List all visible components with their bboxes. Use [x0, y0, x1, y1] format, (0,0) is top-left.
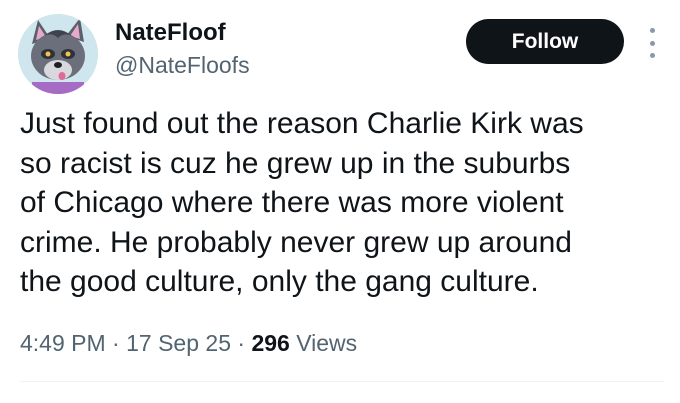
- tweet-text-line: the good culture, only the gang culture.: [20, 265, 539, 298]
- views-count[interactable]: 296: [251, 330, 289, 356]
- dot: [649, 40, 655, 46]
- tweet-date[interactable]: 17 Sep 25: [126, 330, 231, 356]
- dot: [649, 53, 655, 58]
- tweet-text-line: crime. He probably never grew up around: [20, 225, 572, 259]
- tweet-card: NateFloof @NateFloofs Follow Just found …: [0, 0, 680, 403]
- dot: [649, 28, 655, 33]
- handle[interactable]: @NateFloofs: [115, 50, 250, 80]
- tweet-text-line: of Chicago where there was more violent: [20, 186, 564, 219]
- display-name[interactable]: NateFloof: [115, 18, 250, 48]
- separator: ·: [112, 330, 120, 356]
- avatar-image: [18, 14, 98, 94]
- tweet-text-line: Just found out the reason Charlie Kirk w…: [20, 107, 584, 140]
- follow-button[interactable]: Follow: [466, 19, 624, 64]
- tweet-text: Just found out the reason Charlie Kirk w…: [20, 104, 670, 302]
- tweet-time[interactable]: 4:49 PM: [20, 330, 106, 356]
- divider: [20, 381, 664, 382]
- avatar[interactable]: [18, 14, 98, 94]
- separator: ·: [237, 330, 246, 356]
- author-info: NateFloof @NateFloofs: [115, 18, 250, 80]
- tweet-text-line: so racist is cuz he grew up in the subur…: [20, 146, 571, 180]
- more-vertical-icon[interactable]: [642, 28, 662, 58]
- tweet-meta: 4:49 PM · 17 Sep 25 · 296 Views: [20, 328, 357, 358]
- views-label: Views: [296, 330, 358, 356]
